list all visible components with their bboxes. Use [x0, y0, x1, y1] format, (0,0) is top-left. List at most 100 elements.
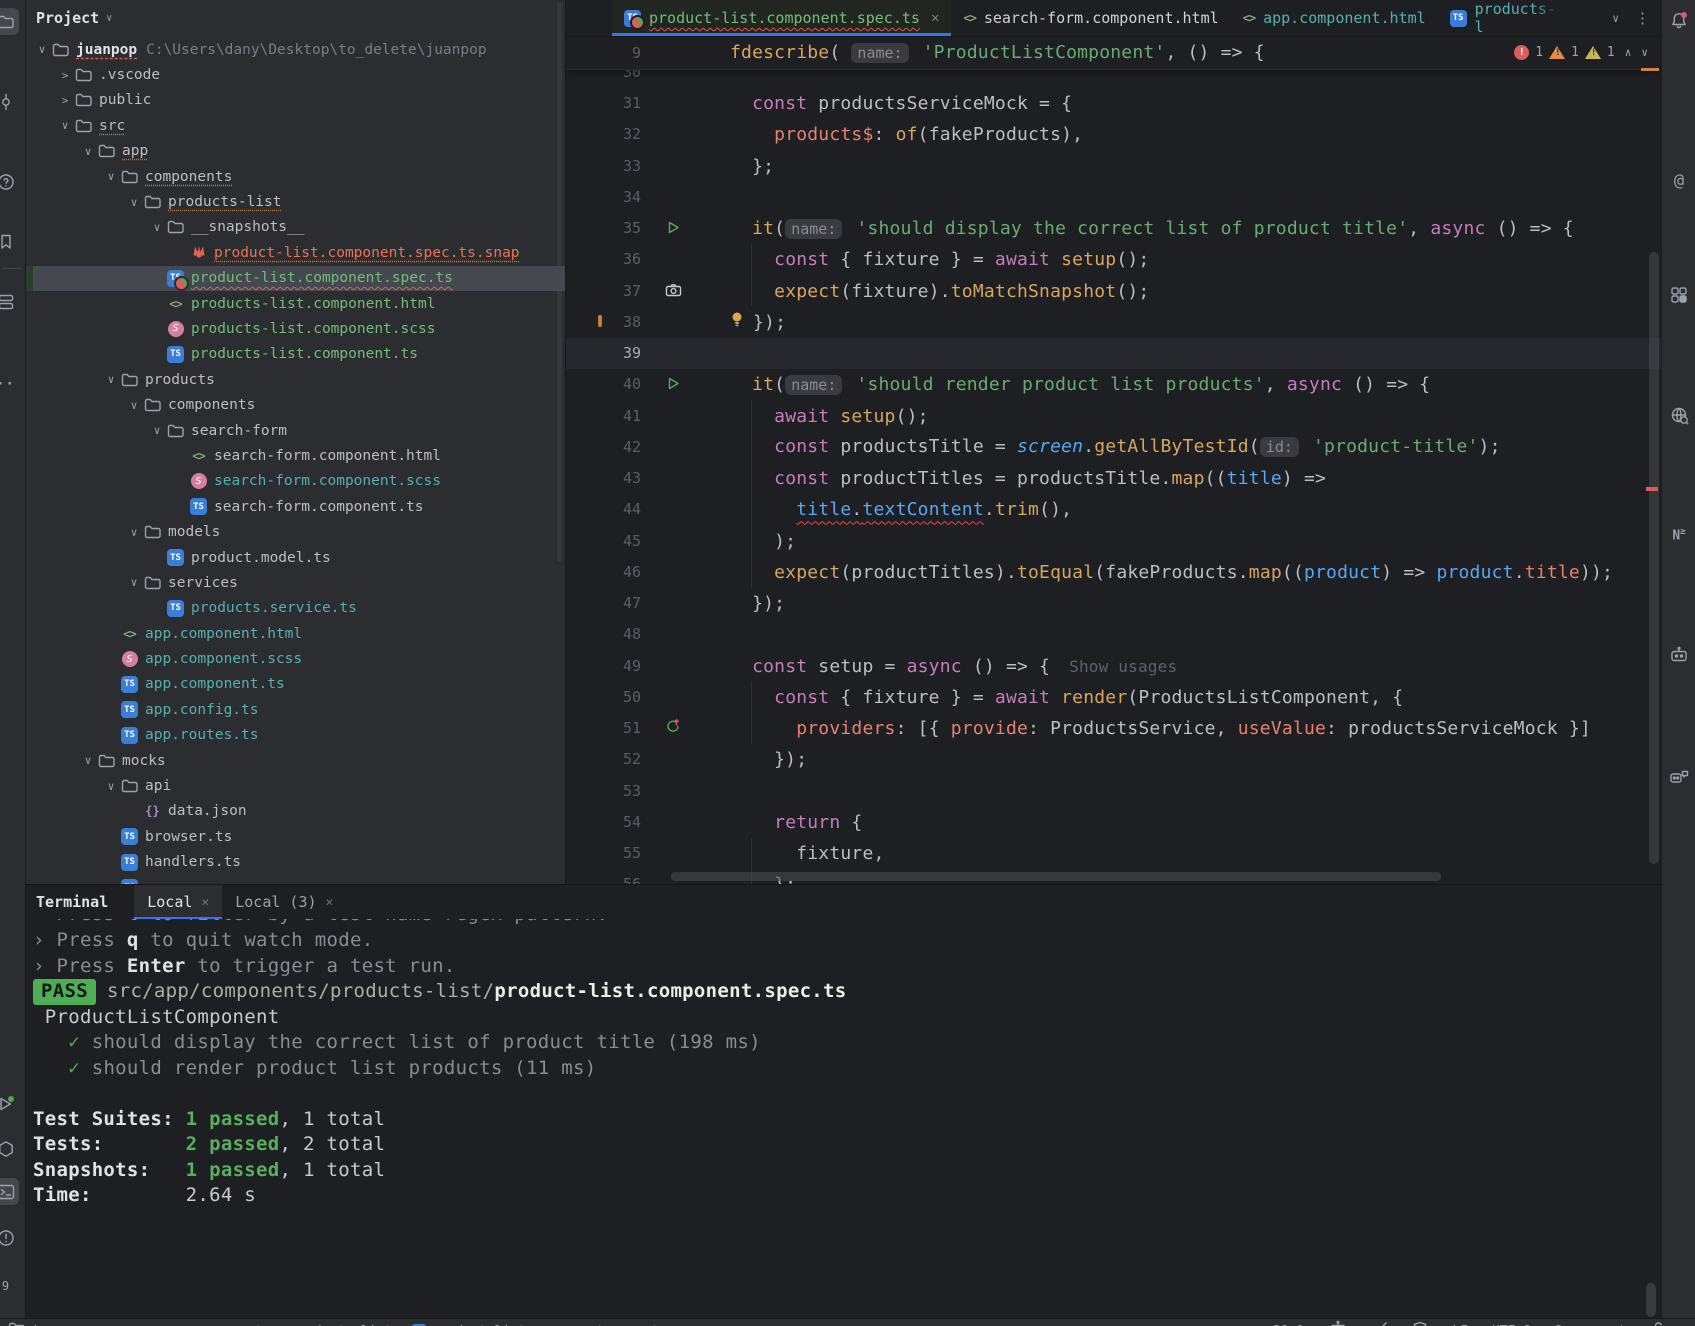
editor-tab-products-l[interactable]: TSproducts-l: [1438, 0, 1575, 36]
editor-tab-app.component.html[interactable]: <>app.component.html: [1231, 0, 1438, 36]
chevron-down-icon[interactable]: ∨: [148, 424, 166, 437]
tree-file-app.component.html[interactable]: <>app.component.html: [25, 621, 565, 646]
terminal-icon[interactable]: [0, 1178, 19, 1205]
tree-folder-api[interactable]: ∨api: [25, 773, 565, 798]
line-number[interactable]: 54: [566, 807, 641, 838]
robot-chat-icon[interactable]: [1668, 766, 1690, 788]
snapshot-camera-icon[interactable]: [665, 276, 682, 307]
terminal-scrollbar[interactable]: [1646, 1283, 1656, 1317]
terminal-tab-Local (3)[interactable]: Local (3)✕: [222, 885, 346, 919]
close-icon[interactable]: ✕: [326, 895, 334, 910]
close-icon[interactable]: ✕: [931, 10, 939, 26]
line-number[interactable]: 42: [566, 432, 641, 463]
n2-icon[interactable]: N≥: [1668, 524, 1690, 546]
terminal-output[interactable]: › Press t to filter by a test name regex…: [25, 919, 1661, 1319]
tree-file-app.component.ts[interactable]: TSapp.component.ts: [25, 672, 565, 697]
chevron-down-icon[interactable]: ∨: [33, 43, 51, 56]
robot-icon[interactable]: [1328, 1320, 1348, 1326]
bell-icon[interactable]: [1668, 10, 1690, 32]
chevron-down-icon[interactable]: ∨: [125, 576, 143, 589]
line-number[interactable]: 40: [566, 369, 641, 400]
terminal-tab-Local[interactable]: Local✕: [134, 885, 222, 919]
chevron-down-icon[interactable]: ∨: [56, 119, 74, 132]
run-test-icon[interactable]: [667, 369, 680, 400]
line-number[interactable]: 45: [566, 526, 641, 557]
tab-options-kebab-icon[interactable]: ⋮: [1635, 9, 1650, 27]
tree-file-data.json[interactable]: {}data.json: [25, 799, 565, 824]
chevron-down-icon[interactable]: ∨: [125, 196, 143, 209]
line-number[interactable]: 41: [566, 401, 641, 432]
tree-file-app.config.ts[interactable]: TSapp.config.ts: [25, 697, 565, 722]
line-number[interactable]: 33: [566, 151, 641, 182]
tree-file-products.service.ts[interactable]: TSproducts.service.ts: [25, 596, 565, 621]
structure-icon[interactable]: [0, 288, 19, 315]
line-number[interactable]: 35: [566, 213, 641, 244]
readonly-pencil-icon[interactable]: [1372, 1321, 1388, 1326]
tree-file-partial[interactable]: TS: [25, 875, 565, 884]
line-number[interactable]: 36: [566, 244, 641, 275]
more-dots-icon[interactable]: ··: [0, 370, 19, 397]
line-number[interactable]: 44: [566, 494, 641, 525]
line-number[interactable]: 49: [566, 651, 641, 682]
editor-horizontal-scrollbar[interactable]: [671, 872, 1441, 881]
tree-file-search-form.component.scss[interactable]: Ssearch-form.component.scss: [25, 469, 565, 494]
line-number[interactable]: 34: [566, 182, 641, 213]
tree-folder-products-list[interactable]: ∨products-list: [25, 189, 565, 214]
project-folder-icon[interactable]: [0, 8, 19, 35]
editor-tab-search-form.component.html[interactable]: <>search-form.component.html: [951, 0, 1230, 36]
tree-folder-.vscode[interactable]: >.vscode: [25, 62, 565, 87]
tree-file-search-form.component.ts[interactable]: TSsearch-form.component.ts: [25, 494, 565, 519]
line-number[interactable]: 32: [566, 119, 641, 150]
tree-file-search-form.component.html[interactable]: <>search-form.component.html: [25, 443, 565, 468]
line-number[interactable]: 47: [566, 588, 641, 619]
line-number[interactable]: 38: [566, 307, 641, 338]
chevron-down-icon[interactable]: ∨: [102, 170, 120, 183]
code-area[interactable]: 3031 const productsServiceMock = {32 pro…: [566, 0, 1662, 884]
chevron-down-icon[interactable]: ∨: [102, 373, 120, 386]
robot-icon[interactable]: [1668, 644, 1690, 666]
chevron-right-icon[interactable]: >: [56, 69, 74, 82]
line-number[interactable]: 43: [566, 463, 641, 494]
globe-search-icon[interactable]: [1668, 404, 1690, 426]
run-services-icon[interactable]: [0, 1090, 19, 1117]
tree-file-app.component.scss[interactable]: Sapp.component.scss: [25, 646, 565, 671]
line-number[interactable]: 50: [566, 682, 641, 713]
tree-folder-search-form[interactable]: ∨search-form: [25, 418, 565, 443]
tree-folder-services[interactable]: ∨services: [25, 570, 565, 595]
hidden-tabs-chevron-icon[interactable]: ∨: [1612, 12, 1619, 25]
commit-icon[interactable]: [0, 88, 19, 115]
tree-folder-__snapshots__[interactable]: ∨__snapshots__: [25, 215, 565, 240]
chevron-right-icon[interactable]: >: [56, 94, 74, 107]
tree-folder-mocks[interactable]: ∨mocks: [25, 748, 565, 773]
scrollbar-error-mark[interactable]: [1646, 487, 1658, 491]
rerun-update-icon[interactable]: [665, 713, 681, 744]
tree-file-products-list.component.html[interactable]: <>products-list.component.html: [25, 291, 565, 316]
line-number[interactable]: 39: [566, 338, 641, 369]
tree-file-browser.ts[interactable]: TSbrowser.ts: [25, 824, 565, 849]
lock-icon[interactable]: [1650, 1321, 1666, 1326]
problem-badges[interactable]: !1!1!1∧∨: [1514, 45, 1662, 60]
chevron-down-icon[interactable]: ∨: [148, 221, 166, 234]
run-test-icon[interactable]: [667, 213, 680, 244]
chevron-down-icon[interactable]: ∨: [125, 526, 143, 539]
usages-hint[interactable]: Show usages: [1069, 657, 1177, 676]
tree-file-product.model.ts[interactable]: TSproduct.model.ts: [25, 545, 565, 570]
tree-folder-components[interactable]: ∨components: [25, 164, 565, 189]
tree-folder-src[interactable]: ∨src: [25, 113, 565, 138]
tree-folder-products[interactable]: ∨products: [25, 367, 565, 392]
tree-file-handlers.ts[interactable]: TShandlers.ts: [25, 850, 565, 875]
tree-folder-app[interactable]: ∨app: [25, 139, 565, 164]
line-number[interactable]: 48: [566, 619, 641, 650]
editor-vertical-scrollbar[interactable]: [1649, 252, 1659, 864]
project-panel-header[interactable]: Project ∨: [25, 0, 565, 36]
scrollbar-warning-mark[interactable]: [1641, 68, 1659, 71]
line-number[interactable]: 37: [566, 276, 641, 307]
line-number[interactable]: 52: [566, 744, 641, 775]
line-number[interactable]: 56: [566, 869, 641, 884]
problems-icon[interactable]: [0, 1224, 19, 1251]
bookmark-icon[interactable]: [0, 228, 19, 255]
line-number[interactable]: 51: [566, 713, 641, 744]
tree-folder-public[interactable]: >public: [25, 88, 565, 113]
prev-problem-chevron-icon[interactable]: ∧: [1625, 46, 1632, 59]
badge-9-icon[interactable]: 9: [0, 1272, 19, 1299]
